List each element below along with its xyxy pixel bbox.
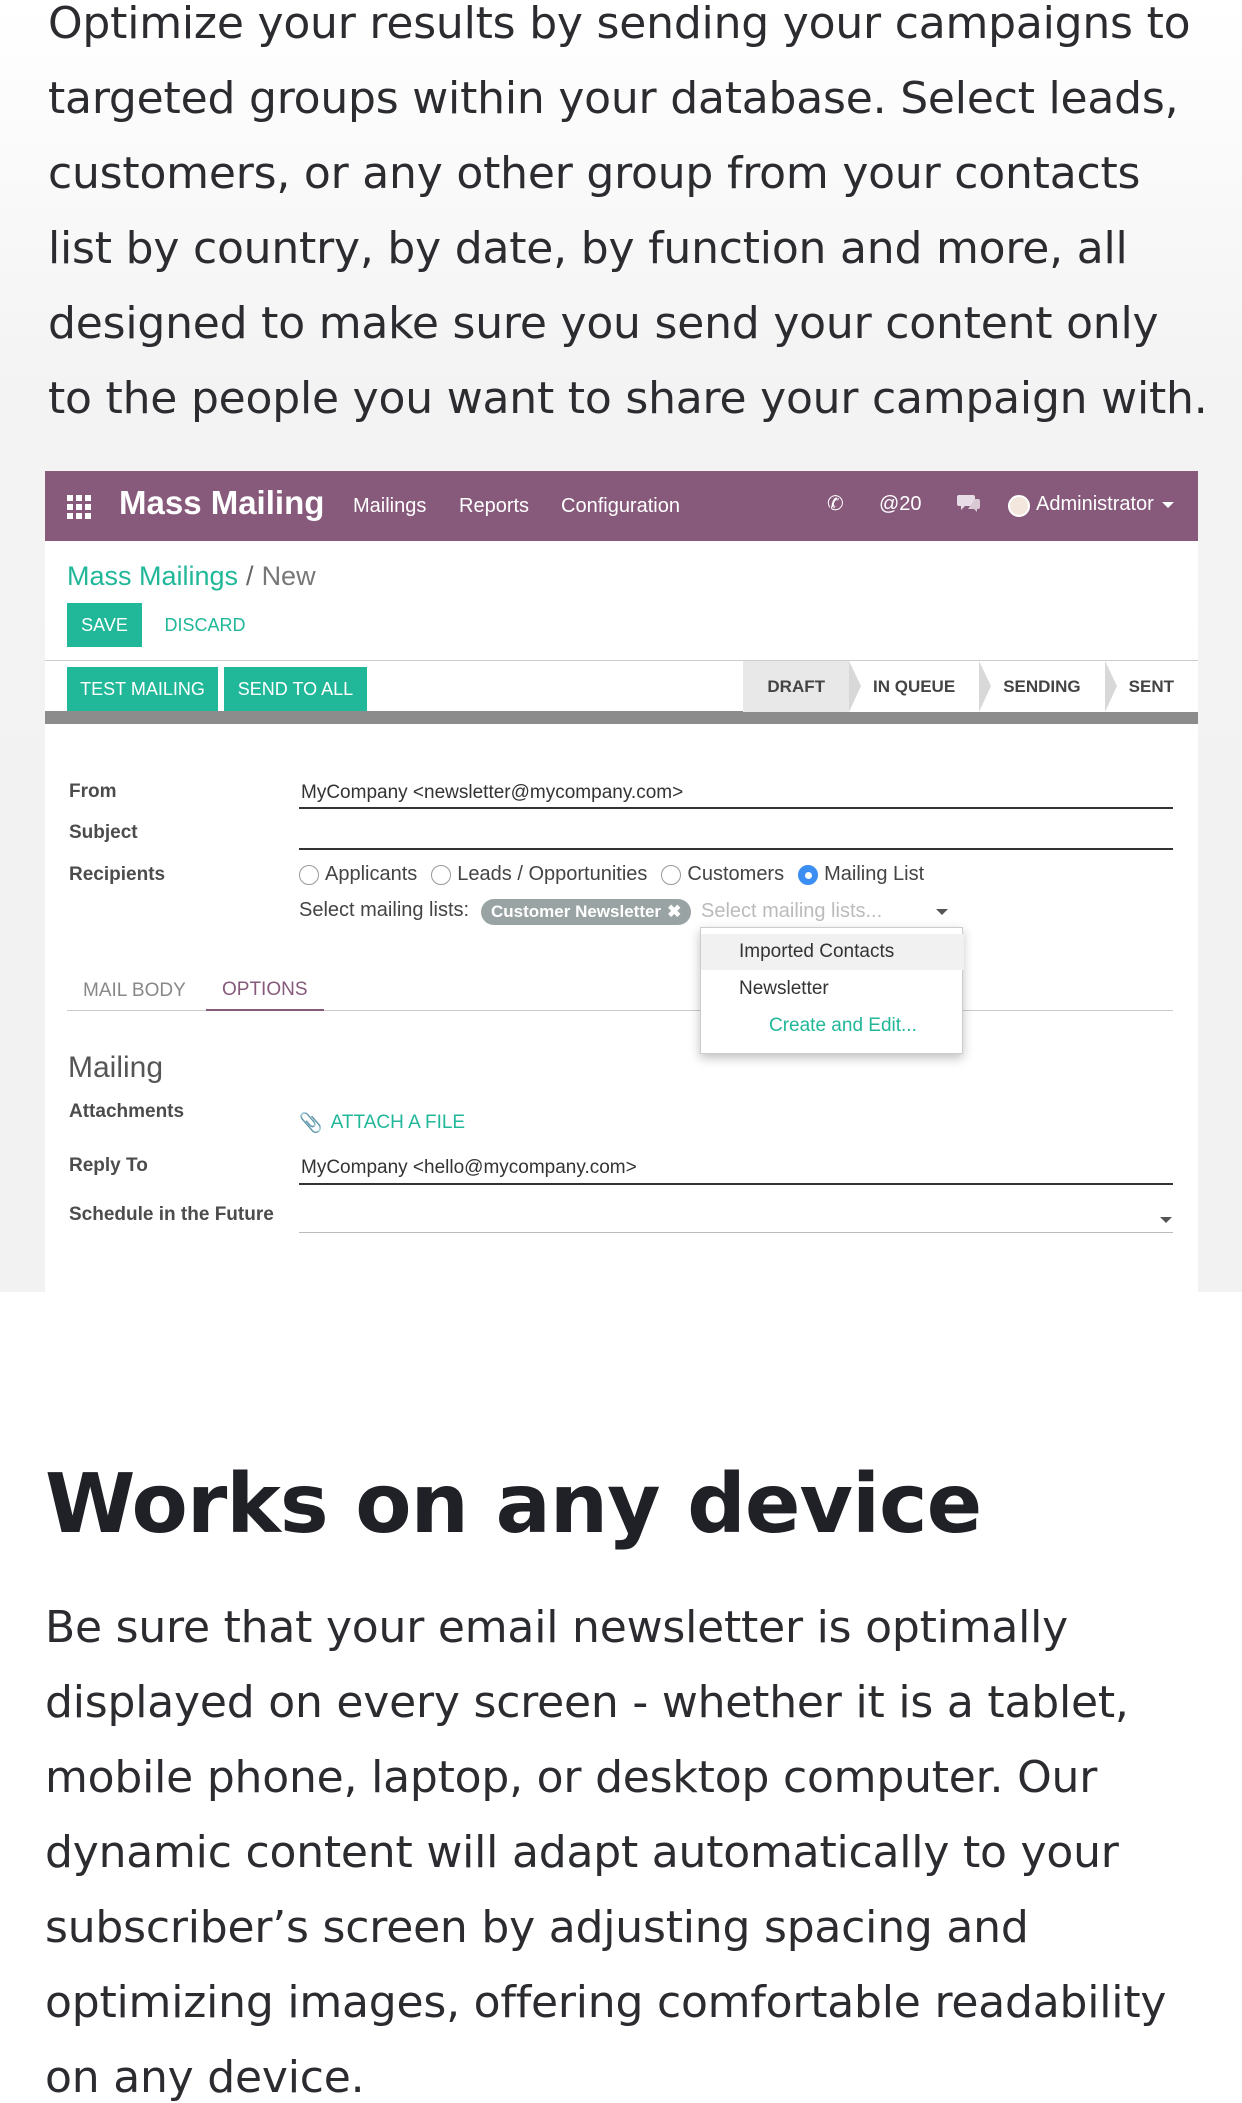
reply-to-label: Reply To: [69, 1155, 148, 1176]
radio-button-icon: [299, 864, 319, 885]
schedule-field[interactable]: [301, 1205, 1161, 1229]
mailing-lists-label: Select mailing lists:: [299, 899, 470, 921]
tab-mail-body[interactable]: MAIL BODY: [67, 971, 202, 1011]
test-mailing-button[interactable]: TEST MAILING: [67, 667, 218, 711]
radio-mailing-list-label: Mailing List: [824, 863, 925, 885]
radio-button-icon: [431, 864, 452, 885]
dropdown-create-and-edit[interactable]: Create and Edit...: [701, 1008, 964, 1044]
section-heading: Works on any device: [45, 1457, 982, 1552]
status-bar: TEST MAILING SEND TO ALL DRAFT IN QUEUE …: [45, 660, 1198, 724]
notebook-tabs: MAIL BODY OPTIONS: [67, 971, 1173, 1011]
breadcrumb-current: New: [261, 561, 316, 591]
attach-file-label: ATTACH A FILE: [330, 1112, 466, 1133]
paperclip-icon: 📎: [299, 1113, 323, 1134]
reply-to-underline: [299, 1183, 1173, 1185]
intro-paragraph: Optimize your results by sending your ca…: [48, 0, 1208, 424]
subject-underline: [299, 848, 1173, 850]
schedule-label: Schedule in the Future: [69, 1204, 274, 1225]
dropdown-item-imported-contacts[interactable]: Imported Contacts: [701, 934, 964, 970]
radio-customers[interactable]: Customers: [661, 863, 784, 886]
chevron-down-icon[interactable]: [936, 909, 948, 915]
radio-leads-label: Leads / Opportunities: [457, 863, 648, 885]
send-to-all-button[interactable]: SEND TO ALL: [224, 667, 367, 711]
device-paragraph: Be sure that your email newsletter is op…: [45, 1602, 1167, 2103]
radio-applicants[interactable]: Applicants: [299, 863, 417, 886]
stage-pipeline: DRAFT IN QUEUE SENDING SENT: [743, 661, 1198, 712]
from-label: From: [69, 781, 117, 802]
breadcrumb: Mass Mailings / New: [67, 561, 316, 592]
top-navbar: Mass Mailing Mailings Reports Configurat…: [45, 471, 1198, 541]
radio-mailing-list[interactable]: Mailing List: [798, 863, 924, 886]
discard-button[interactable]: DISCARD: [153, 603, 257, 647]
user-menu[interactable]: Administrator: [1036, 493, 1174, 516]
stage-draft[interactable]: DRAFT: [743, 661, 861, 712]
chat-icon[interactable]: [957, 493, 981, 519]
section-title-mailing: Mailing: [68, 1051, 164, 1084]
user-avatar[interactable]: [1008, 495, 1030, 517]
chevron-down-icon[interactable]: [1160, 1217, 1172, 1223]
app-brand: Mass Mailing: [119, 484, 325, 521]
from-underline: [299, 807, 1173, 809]
radio-applicants-label: Applicants: [325, 863, 418, 885]
app-screenshot: Mass Mailing Mailings Reports Configurat…: [45, 471, 1198, 1292]
menu-mailings[interactable]: Mailings: [353, 495, 426, 518]
apps-grid-icon[interactable]: [67, 495, 91, 519]
top-section: Optimize your results by sending your ca…: [0, 0, 1242, 1292]
reply-to-field[interactable]: MyCompany <hello@mycompany.com>: [301, 1157, 637, 1179]
radio-button-icon: [661, 864, 682, 885]
heading-bold: any device: [495, 1457, 982, 1552]
mailing-list-search-input[interactable]: Select mailing lists...: [701, 900, 882, 923]
stage-in-queue[interactable]: IN QUEUE: [849, 661, 992, 712]
tab-options[interactable]: OPTIONS: [206, 971, 324, 1011]
recipients-label: Recipients: [69, 864, 166, 885]
dropdown-item-newsletter[interactable]: Newsletter: [701, 971, 964, 1007]
stage-sending[interactable]: SENDING: [979, 661, 1118, 712]
schedule-underline: [299, 1232, 1173, 1233]
chevron-down-icon: [1161, 501, 1174, 508]
phone-icon[interactable]: ✆: [827, 491, 844, 516]
status-divider: [45, 711, 1198, 724]
breadcrumb-separator: /: [246, 561, 254, 591]
breadcrumb-parent[interactable]: Mass Mailings: [67, 561, 238, 591]
user-name: Administrator: [1036, 493, 1154, 515]
mailing-list-tag: Customer Newsletter ✖: [481, 899, 692, 925]
mailing-list-tag-label: Customer Newsletter: [491, 902, 662, 921]
attachments-label: Attachments: [69, 1101, 185, 1122]
radio-checked-icon: [798, 864, 819, 885]
mailing-list-dropdown: Imported Contacts Newsletter Create and …: [700, 927, 964, 1054]
tag-remove-icon[interactable]: ✖: [667, 902, 681, 922]
save-button[interactable]: SAVE: [67, 603, 142, 647]
radio-customers-label: Customers: [687, 863, 785, 885]
attach-file-button[interactable]: 📎 ATTACH A FILE: [299, 1111, 465, 1135]
radio-leads-opportunities[interactable]: Leads / Opportunities: [431, 863, 647, 886]
subject-field[interactable]: [301, 823, 1175, 847]
recipients-radio-group: Applicants Leads / Opportunities Custome…: [299, 863, 924, 886]
heading-light: Works on: [45, 1457, 469, 1552]
subject-label: Subject: [69, 822, 138, 843]
stage-sent[interactable]: SENT: [1104, 661, 1198, 712]
mentions-counter[interactable]: @20: [879, 493, 922, 516]
menu-configuration[interactable]: Configuration: [561, 495, 680, 518]
from-field[interactable]: MyCompany <newsletter@mycompany.com>: [301, 782, 683, 804]
menu-reports[interactable]: Reports: [459, 495, 529, 518]
